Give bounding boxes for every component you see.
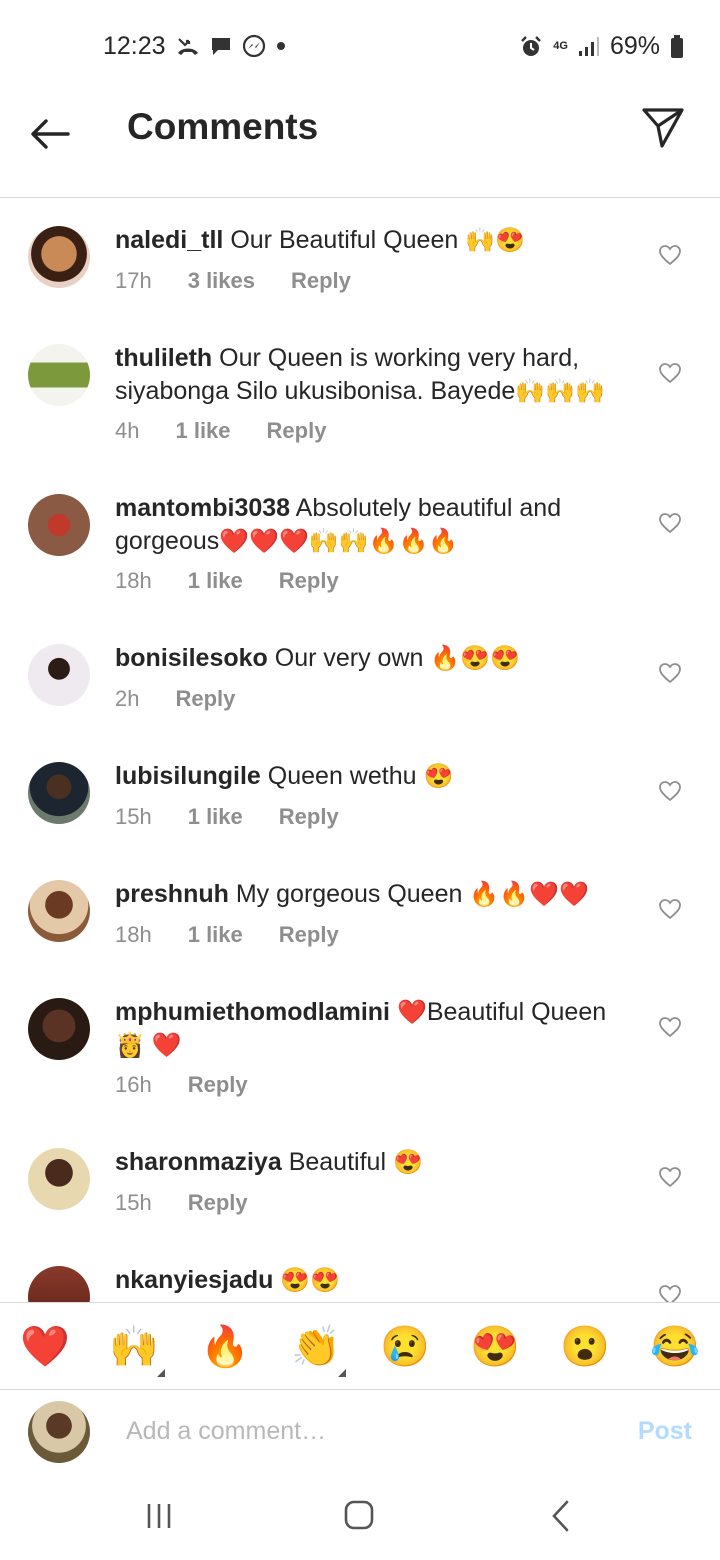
comments-header: Comments [0, 90, 720, 198]
skin-tone-indicator [157, 1369, 165, 1377]
comment-time: 16h [115, 1072, 152, 1097]
arrow-left-icon[interactable] [26, 110, 74, 158]
heart-icon[interactable] [658, 780, 682, 802]
comment-time: 18h [115, 922, 152, 947]
heart-icon[interactable] [658, 512, 682, 534]
reply-button[interactable]: Reply [188, 1190, 248, 1216]
page-title: Comments [127, 106, 319, 147]
reply-button[interactable]: Reply [175, 686, 235, 712]
battery-percent: 69% [609, 32, 660, 60]
heart-icon[interactable] [658, 898, 682, 920]
heart-icon[interactable] [658, 244, 682, 266]
comment-text: Queen wethu [267, 762, 417, 790]
comment-time: 18h [115, 568, 152, 593]
heart-icon[interactable] [658, 1016, 682, 1038]
comment-username[interactable]: bonisilesoko [115, 644, 268, 672]
comment-username[interactable]: thulileth [115, 344, 212, 372]
system-nav-bar [0, 1480, 720, 1560]
home-icon[interactable] [344, 1500, 374, 1530]
reaction-clap[interactable]: 👏 [288, 1319, 344, 1375]
reply-button[interactable]: Reply [279, 568, 339, 594]
reaction-cry[interactable]: 😢 [377, 1319, 433, 1375]
comment-likes[interactable]: 1 like [188, 804, 243, 830]
heart-icon[interactable] [658, 362, 682, 384]
comment-username[interactable]: mantombi3038 [115, 494, 290, 522]
battery-icon [671, 34, 683, 58]
post-button[interactable]: Post [638, 1417, 692, 1446]
comment-time: 15h [115, 804, 152, 829]
status-time: 12:23 [103, 32, 166, 60]
reaction-raised-hands[interactable]: 🙌 [106, 1319, 162, 1375]
dot-icon [277, 42, 285, 50]
recent-apps-icon[interactable] [146, 1502, 172, 1530]
reply-button[interactable]: Reply [291, 268, 351, 294]
comment-emoji: 👸 ❤️ [115, 1032, 182, 1059]
signal-icon [578, 36, 599, 56]
comment-username[interactable]: sharonmaziya [115, 1148, 282, 1176]
avatar[interactable] [28, 494, 90, 556]
comment-likes[interactable]: 3 likes [188, 268, 255, 294]
comments-list: naledi_tll Our Beautiful Queen 🙌😍 17h 3 … [0, 198, 720, 1302]
avatar[interactable] [28, 1266, 90, 1302]
comment-username[interactable]: mphumiethomodlamini [115, 998, 390, 1026]
comment-emoji-pre: ❤️ [396, 999, 427, 1026]
comment-input[interactable] [126, 1411, 586, 1451]
comment-emoji: ❤️❤️❤️🙌🙌🔥🔥🔥 [219, 528, 459, 555]
avatar [28, 1401, 90, 1463]
comment-username[interactable]: nkanyiesjadu [115, 1266, 273, 1294]
avatar[interactable] [28, 998, 90, 1060]
heart-icon[interactable] [658, 1166, 682, 1188]
comment-composer: Post [0, 1389, 720, 1479]
reply-button[interactable]: Reply [279, 804, 339, 830]
comment-time: 15h [115, 1190, 152, 1215]
reply-button[interactable]: Reply [267, 418, 327, 444]
comment-likes[interactable]: 1 like [175, 418, 230, 444]
comment-emoji: 😍 [423, 763, 454, 790]
avatar[interactable] [28, 344, 90, 406]
comment-username[interactable]: naledi_tll [115, 226, 223, 254]
avatar[interactable] [28, 1148, 90, 1210]
reply-button[interactable]: Reply [279, 922, 339, 948]
comment-username[interactable]: lubisilungile [115, 762, 261, 790]
missed-call-icon [178, 38, 198, 55]
comment-text: Our Beautiful Queen [230, 226, 459, 254]
comment-time: 17h [115, 268, 152, 293]
quick-reactions-bar: ❤️ 🙌 🔥 👏 😢 😍 😮 😂 [0, 1302, 720, 1390]
heart-icon[interactable] [658, 662, 682, 684]
comment-emoji: 🔥🔥❤️❤️ [469, 881, 589, 908]
avatar[interactable] [28, 644, 90, 706]
avatar[interactable] [28, 226, 90, 288]
comment-time: 4h [115, 418, 140, 443]
comment-likes[interactable]: 1 like [188, 568, 243, 594]
comment-text: Our very own [274, 644, 424, 672]
comment-emoji: 🙌🙌🙌 [515, 378, 605, 405]
status-bar: 12:23 4G 69% [0, 0, 720, 90]
back-icon[interactable] [550, 1500, 570, 1532]
avatar[interactable] [28, 762, 90, 824]
reply-button[interactable]: Reply [188, 1072, 248, 1098]
paper-plane-icon[interactable] [640, 104, 686, 150]
comment-text: Beautiful [288, 1148, 386, 1176]
comment-emoji: 🔥😍😍 [430, 645, 521, 672]
heart-icon[interactable] [658, 1284, 682, 1302]
comment-emoji: 😍😍 [280, 1267, 341, 1294]
comment-likes[interactable]: 1 like [188, 922, 243, 948]
comment-time: 2h [115, 686, 140, 711]
comment-emoji: 🙌😍 [465, 227, 525, 254]
network-type: 4G [553, 40, 568, 52]
comment-text: My gorgeous Queen [235, 880, 463, 908]
alarm-icon [521, 35, 542, 56]
reaction-heart-eyes[interactable]: 😍 [467, 1319, 523, 1375]
message-icon [212, 38, 230, 55]
comment-emoji: 😍 [392, 1149, 423, 1176]
comment-text: Beautiful Queen [426, 998, 607, 1026]
skin-tone-indicator [338, 1369, 346, 1377]
reaction-surprised[interactable]: 😮 [557, 1319, 613, 1375]
avatar[interactable] [28, 880, 90, 942]
reaction-heart[interactable]: ❤️ [17, 1319, 73, 1375]
reaction-joy[interactable]: 😂 [647, 1319, 703, 1375]
reaction-fire[interactable]: 🔥 [197, 1319, 253, 1375]
messenger-icon [242, 34, 266, 58]
comment-username[interactable]: preshnuh [115, 880, 229, 908]
